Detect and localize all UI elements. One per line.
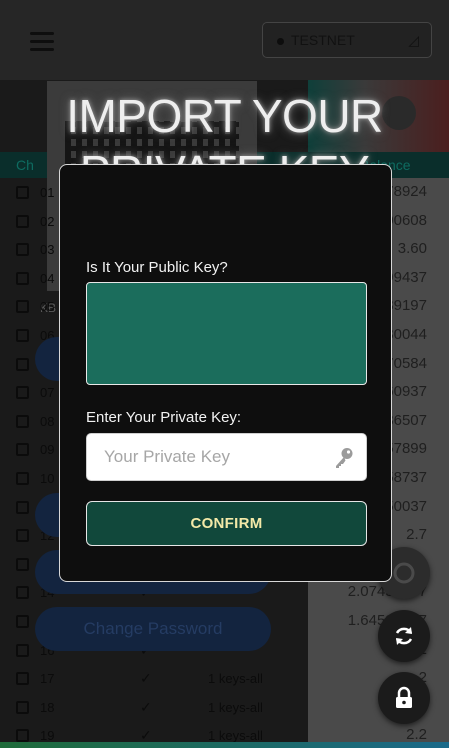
app-screen: TESTNET ◿ Ch Balance KB 01✓0.7892402✓0.3… <box>0 0 449 748</box>
row-balance: 3.60 <box>397 240 427 258</box>
check-icon: ✓ <box>140 670 152 687</box>
row-checkbox[interactable] <box>16 529 29 543</box>
row-checkbox[interactable] <box>16 414 29 428</box>
confirm-button[interactable]: CONFIRM <box>86 501 367 546</box>
top-bar: TESTNET ◿ <box>0 0 449 80</box>
row-checkbox[interactable] <box>16 357 29 371</box>
row-index: 18 <box>40 699 55 715</box>
modal-title-line1: IMPORT YOUR <box>66 90 383 142</box>
row-checkbox[interactable] <box>16 700 29 714</box>
check-icon: ✓ <box>140 698 152 715</box>
private-key-label: Enter Your Private Key: <box>86 409 242 426</box>
row-checkbox[interactable] <box>16 557 29 571</box>
public-key-label: Is It Your Public Key? <box>86 259 228 276</box>
row-index: 03 <box>40 242 55 258</box>
row-checkbox[interactable] <box>16 615 29 628</box>
row-index: 07 <box>40 385 55 401</box>
network-status-dot <box>277 38 284 45</box>
row-checkbox[interactable] <box>16 643 29 657</box>
row-checkbox[interactable] <box>16 329 29 342</box>
change-password-button[interactable]: Change Password <box>35 607 271 651</box>
chevron-down-icon: ◿ <box>408 32 419 48</box>
lock-icon <box>396 686 412 708</box>
hamburger-icon[interactable] <box>30 32 54 51</box>
steering-icon <box>393 562 415 584</box>
row-checkbox[interactable] <box>16 500 29 514</box>
network-select[interactable]: TESTNET ◿ <box>262 22 432 58</box>
row-index: 08 <box>40 413 55 429</box>
row-checkbox[interactable] <box>16 243 29 257</box>
sync-icon <box>395 627 413 645</box>
lock-button[interactable] <box>378 672 430 724</box>
row-index: 10 <box>40 471 55 486</box>
row-checkbox[interactable] <box>16 443 29 457</box>
row-index: 02 <box>40 213 55 229</box>
key-icon[interactable] <box>334 447 354 469</box>
refresh-button[interactable] <box>378 610 430 662</box>
row-keys: 1 keys-all <box>208 671 263 687</box>
row-keys: 1 keys-all <box>208 699 263 715</box>
private-key-input[interactable] <box>87 434 327 480</box>
row-checkbox[interactable] <box>16 214 29 228</box>
row-index: 04 <box>40 270 55 286</box>
row-balance: 2.7 <box>406 526 427 544</box>
public-key-display <box>86 282 367 385</box>
row-checkbox[interactable] <box>16 271 29 285</box>
row-checkbox[interactable] <box>16 300 29 314</box>
private-key-field[interactable] <box>86 433 367 481</box>
row-checkbox[interactable] <box>16 586 29 600</box>
network-select-label: TESTNET <box>291 32 355 48</box>
row-balance: 2.2 <box>406 726 427 744</box>
row-index: 09 <box>40 442 55 458</box>
bottom-accent-bar <box>0 742 449 748</box>
row-index: 05 <box>40 299 55 315</box>
import-private-key-dialog: Is It Your Public Key? Enter Your Privat… <box>59 164 392 582</box>
row-checkbox[interactable] <box>16 386 29 400</box>
row-checkbox[interactable] <box>16 729 29 743</box>
row-checkbox[interactable] <box>16 472 29 485</box>
row-index: 17 <box>40 671 55 687</box>
row-checkbox[interactable] <box>16 672 29 686</box>
